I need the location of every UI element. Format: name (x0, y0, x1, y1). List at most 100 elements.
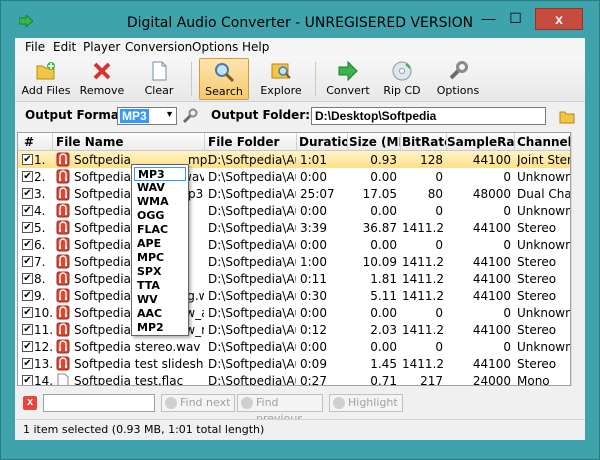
table-row[interactable]: ✔7.SoftpediaD:\Softpedia\Aud1:0010.09141… (18, 253, 570, 270)
table-row[interactable]: ✔8.SoftpediaD:\Softpedia\Aud0:111.811411… (18, 270, 570, 287)
row-number: 10. (34, 306, 54, 320)
column-header-file-name[interactable]: File Name (56, 135, 206, 149)
column-header-channel[interactable]: Channel (517, 135, 570, 149)
format-option-flac[interactable]: FLAC (134, 223, 186, 237)
format-option-spx[interactable]: SPX (134, 265, 186, 279)
remove-button[interactable]: Remove (77, 58, 127, 100)
table-row[interactable]: ✔6.SoftpediaD:\Softpedia\Aud0:000.0000Un… (18, 236, 570, 253)
browse-folder-icon[interactable] (559, 107, 575, 125)
row-checkbox[interactable]: ✔ (22, 239, 33, 250)
find-input[interactable] (43, 394, 155, 412)
bitrate-cell: 0 (435, 170, 443, 184)
row-checkbox[interactable]: ✔ (22, 154, 33, 165)
vertical-scrollbar[interactable] (571, 132, 585, 386)
output-format-select[interactable]: MP3 ▼ (117, 107, 177, 125)
row-checkbox[interactable]: ✔ (22, 358, 33, 369)
format-option-wma[interactable]: WMA (134, 195, 186, 209)
format-option-aac[interactable]: AAC (134, 307, 186, 321)
file-name-cell: Softpedia stereo.wav (74, 340, 201, 354)
row-checkbox[interactable]: ✔ (22, 171, 33, 182)
find-next-button[interactable]: Find next (161, 394, 235, 412)
options-button[interactable]: Options (433, 58, 483, 100)
table-row[interactable]: ✔1. Softpedia mp3D:\Softpedia\Aud 1:01 0.93 1… (18, 151, 570, 168)
row-checkbox[interactable]: ✔ (22, 324, 33, 335)
samplerate-cell: 44100 (472, 289, 511, 303)
format-option-ogg[interactable]: OGG (134, 209, 186, 223)
format-option-wav[interactable]: WAV (134, 181, 186, 195)
audio-file-icon (56, 305, 70, 320)
folder-open-icon (36, 62, 55, 80)
channel-cell: Stereo (517, 255, 557, 269)
column-header-samplerate[interactable]: SampleRate (447, 135, 515, 149)
column-header-bitrate[interactable]: BitRate (402, 135, 446, 149)
size-cell: 0.00 (370, 170, 397, 184)
row-checkbox[interactable]: ✔ (22, 290, 33, 301)
maximize-button[interactable]: ☐ (502, 8, 529, 30)
row-checkbox[interactable]: ✔ (22, 222, 33, 233)
table-row[interactable]: ✔10.Softpedia Slideshow_audioD:\Softpedi… (18, 304, 571, 321)
table-row[interactable]: ✔13. Softpedia test slideshow_av D:\Softpe… (18, 355, 570, 372)
minimize-button[interactable]: — (475, 8, 502, 30)
format-option-wv[interactable]: WV (134, 293, 186, 307)
close-find-icon[interactable]: x (23, 396, 37, 410)
duration-cell: 0:27 (300, 374, 327, 386)
row-checkbox[interactable]: ✔ (22, 188, 33, 199)
menu-file[interactable]: File (25, 40, 45, 54)
row-checkbox[interactable]: ✔ (22, 256, 33, 267)
menu-conversion[interactable]: Conversion (125, 40, 192, 54)
column-divider (400, 133, 401, 151)
table-row[interactable]: ✔3. Softpedia p3 D:\Softpedia\Aud 25:07 17.05… (18, 185, 570, 202)
rip-cd-button[interactable]: Rip CD (379, 58, 425, 100)
table-row[interactable]: ✔2.SoftpediawavD:\Softpedia\Aud0:000.000… (18, 168, 570, 185)
menu-edit[interactable]: Edit (53, 40, 76, 54)
search-button[interactable]: Search (199, 58, 249, 100)
explore-button[interactable]: Explore (255, 58, 307, 100)
file-folder-cell: D:\Softpedia\Aud (208, 357, 296, 371)
add-files-button[interactable]: Add Files (21, 58, 71, 100)
convert-button[interactable]: Convert (323, 58, 373, 100)
column-header-number[interactable]: # (24, 135, 34, 149)
column-header-size[interactable]: Size (MB) (349, 135, 401, 149)
file-folder-cell: D:\Softpedia\Aud (208, 340, 296, 354)
bitrate-cell: 1411.2 (402, 323, 443, 337)
table-row[interactable]: ✔4.SoftpediaD:\Softpedia\Aud0:000.0000Un… (18, 202, 570, 219)
table-row[interactable]: ✔14. Softpedia test.flac D:\Softpedia\Aud 0… (18, 372, 570, 386)
row-checkbox[interactable]: ✔ (22, 375, 33, 385)
duration-cell: 0:00 (300, 170, 327, 184)
size-cell: 2.03 (370, 323, 397, 337)
format-option-ape[interactable]: APE (134, 237, 186, 251)
close-button[interactable]: x (535, 8, 583, 30)
format-option-mp2[interactable]: MP2 (134, 321, 186, 335)
format-option-tta[interactable]: TTA (134, 279, 186, 293)
row-checkbox[interactable]: ✔ (22, 273, 33, 284)
clear-button[interactable]: Clear (137, 58, 181, 100)
format-option-mp3[interactable]: MP3 (134, 167, 186, 181)
column-header-file-folder[interactable]: File Folder (208, 135, 298, 149)
duration-cell: 0:00 (300, 340, 327, 354)
table-row[interactable]: ✔12. Softpedia stereo.wav D:\Softpedia\Aud… (18, 338, 570, 355)
format-option-mpc[interactable]: MPC (134, 251, 186, 265)
format-settings-icon[interactable] (182, 108, 198, 124)
highlight-button[interactable]: Highlight (329, 394, 403, 412)
row-checkbox[interactable]: ✔ (22, 307, 33, 318)
menu-player[interactable]: Player (83, 40, 120, 54)
samplerate-cell: 48000 (472, 187, 511, 201)
output-folder-field[interactable]: D:\Desktop\Softpedia (311, 107, 546, 125)
row-checkbox[interactable]: ✔ (22, 341, 33, 352)
table-row[interactable]: ✔5.SoftpediaD:\Softpedia\Aud3:3936.87141… (18, 219, 570, 236)
file-list-table[interactable]: # File Name File Folder Duration Size (M… (17, 132, 571, 386)
channel-cell: Unknown (517, 306, 571, 320)
file-name-cell: Softpedia test slideshow_av (74, 357, 204, 371)
samplerate-cell: 0 (503, 204, 511, 218)
find-previous-button[interactable]: Find previous (237, 394, 323, 425)
row-number: 8. (34, 272, 46, 286)
file-folder-cell: D:\Softpedia\Aud (208, 204, 296, 218)
menu-options[interactable]: Options (192, 40, 238, 54)
row-checkbox[interactable]: ✔ (22, 205, 33, 216)
table-row[interactable]: ✔9.Softpedia Recording.wavD:\Softpedia\A… (18, 287, 570, 304)
menu-help[interactable]: Help (242, 40, 269, 54)
table-row[interactable]: ✔11.Softpedia Slideshow_mp4.\D:\Softpedi… (18, 321, 570, 338)
column-header-duration[interactable]: Duration (299, 135, 347, 149)
toolbar-separator (191, 62, 192, 96)
file-folder-cell: D:\Softpedia\Aud (208, 170, 296, 184)
